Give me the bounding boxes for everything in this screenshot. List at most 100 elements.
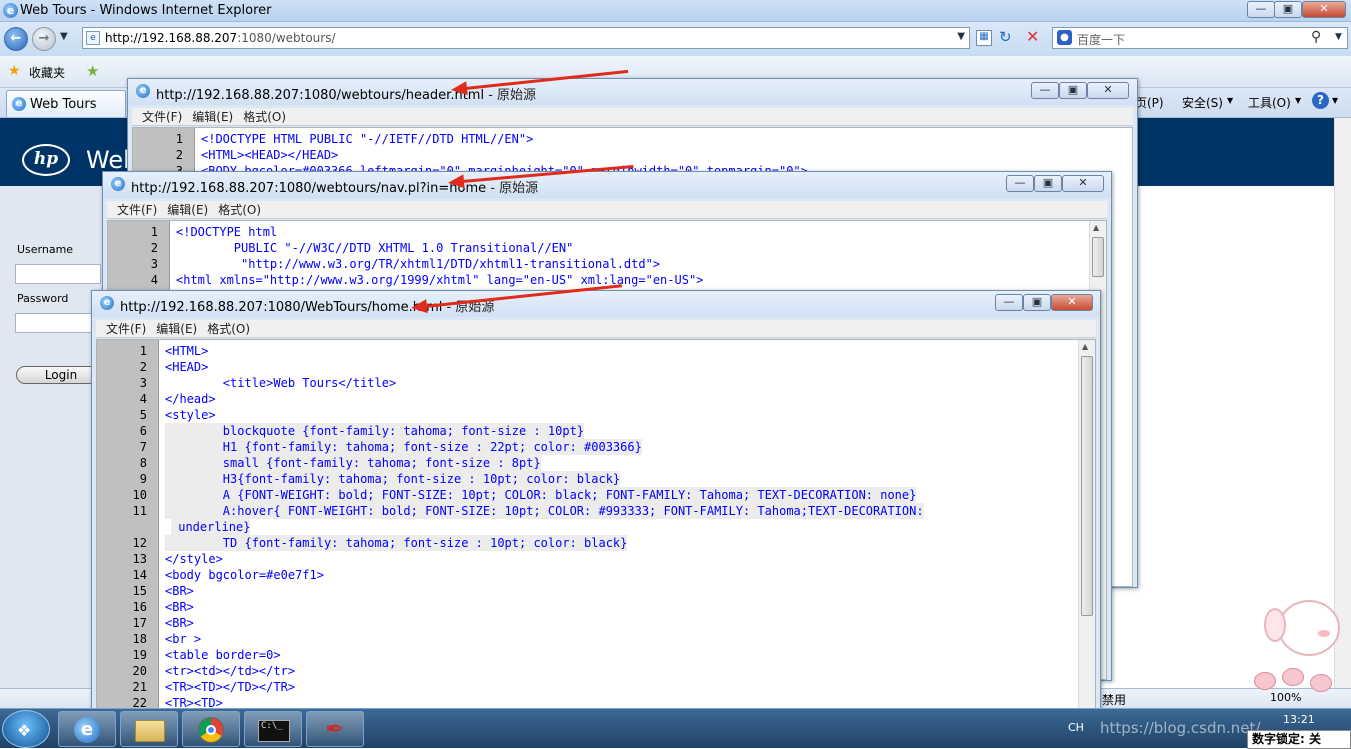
address-dropdown-icon[interactable]: ▼	[957, 31, 965, 42]
taskbar-cmd[interactable]: C:\_	[244, 711, 302, 747]
ie-title-bar: e Web Tours - Windows Internet Explorer …	[0, 0, 1351, 22]
tab-ie-icon: e	[12, 97, 26, 111]
scroll-thumb[interactable]	[1092, 237, 1104, 277]
line-number: 7	[139, 440, 147, 454]
taskbar-ie[interactable]: e	[58, 711, 116, 747]
hp-logo: hp	[22, 144, 70, 176]
menu-file[interactable]: 文件(F)	[142, 108, 182, 126]
code-line: <BR>	[165, 616, 194, 630]
bunny-cheek	[1318, 630, 1330, 637]
password-field[interactable]	[15, 313, 101, 333]
menu-edit[interactable]: 编辑(E)	[156, 320, 197, 338]
bunny-sticker	[1254, 594, 1346, 694]
minimize-button[interactable]: —	[1006, 175, 1034, 192]
code-line: <body bgcolor=#e0e7f1>	[165, 568, 324, 582]
code-line: <BR>	[165, 600, 194, 614]
bunny-head	[1278, 600, 1340, 656]
line-number: 4	[139, 392, 147, 406]
maximize-button[interactable]: ▣	[1034, 175, 1062, 192]
bunny-ear	[1264, 608, 1286, 642]
scroll-thumb[interactable]	[1081, 356, 1093, 616]
tools-menu[interactable]: 工具(O)	[1248, 94, 1291, 111]
back-button[interactable]: ←	[4, 27, 28, 51]
line-number: 16	[132, 600, 147, 614]
compat-view-icon[interactable]: ▦	[976, 30, 992, 46]
source-window-title-bar: e http://192.168.88.207:1080/WebTours/ho…	[92, 291, 1100, 317]
scroll-up-icon[interactable]: ▲	[1082, 342, 1088, 351]
maximize-button[interactable]: ▣	[1059, 82, 1087, 99]
menu-format[interactable]: 格式(O)	[243, 108, 286, 126]
source-scrollbar[interactable]: ▲	[1078, 340, 1095, 708]
close-button[interactable]: ✕	[1302, 1, 1346, 18]
source-code-view: ▲ 1 <HTML> 2 <HEAD> 3 <title>Web Tours</titl…	[96, 339, 1096, 709]
code-line: <TR><TD>	[165, 696, 223, 709]
tab-web-tours[interactable]: e Web Tours	[6, 90, 126, 117]
maximize-button[interactable]: ▣	[1023, 294, 1051, 311]
menu-file[interactable]: 文件(F)	[106, 320, 146, 338]
search-icon[interactable]: ⚲	[1311, 29, 1321, 45]
minimize-button[interactable]: —	[1247, 1, 1275, 18]
username-label: Username	[17, 243, 74, 256]
password-label: Password	[17, 292, 69, 305]
code-line: small {font-family: tahoma; font-size : …	[165, 455, 541, 471]
taskbar-feather[interactable]: ✒	[306, 711, 364, 747]
search-box[interactable]: ● 百度一下 ⚲ ▼	[1052, 27, 1348, 49]
line-number: 3	[150, 257, 158, 271]
line-number: 1	[139, 344, 147, 358]
line-number: 20	[132, 664, 147, 678]
safety-dropdown-icon[interactable]: ▼	[1227, 96, 1233, 105]
taskbar-chrome[interactable]	[182, 711, 240, 747]
code-line: TD {font-family: tahoma; font-size : 10p…	[165, 535, 628, 551]
menu-edit[interactable]: 编辑(E)	[167, 201, 208, 219]
taskbar-explorer[interactable]	[120, 711, 178, 747]
page-icon: e	[86, 31, 100, 45]
page-menu[interactable]: 页(P)	[1135, 94, 1164, 111]
code-line: <style>	[165, 408, 216, 422]
code-line: H1 {font-family: tahoma; font-size : 22p…	[165, 439, 642, 455]
numlock-indicator: 数字锁定: 关	[1247, 730, 1351, 749]
clock[interactable]: 13:21	[1283, 713, 1315, 726]
line-number: 18	[132, 632, 147, 646]
address-bar[interactable]: e http://192.168.88.207:1080/webtours/ ▼	[82, 27, 970, 49]
code-line: <!DOCTYPE HTML PUBLIC "-//IETF//DTD HTML…	[201, 132, 534, 146]
close-button[interactable]: ✕	[1087, 82, 1129, 99]
minimize-button[interactable]: —	[995, 294, 1023, 311]
refresh-icon[interactable]: ↻	[999, 28, 1012, 46]
history-dropdown-icon[interactable]: ▼	[60, 31, 68, 42]
menu-edit[interactable]: 编辑(E)	[192, 108, 233, 126]
help-icon[interactable]: ?	[1312, 92, 1329, 109]
minimize-button[interactable]: —	[1031, 82, 1059, 99]
tools-dropdown-icon[interactable]: ▼	[1295, 96, 1301, 105]
code-line: <br >	[165, 632, 202, 646]
help-dropdown-icon[interactable]: ▼	[1332, 96, 1338, 105]
menu-format[interactable]: 格式(O)	[218, 201, 261, 219]
search-dropdown-icon[interactable]: ▼	[1335, 32, 1342, 42]
ime-indicator[interactable]: CH	[1068, 721, 1084, 734]
line-number: 9	[139, 472, 147, 486]
stop-icon[interactable]: ✕	[1026, 27, 1039, 46]
code-line: blockquote {font-family: tahoma; font-si…	[165, 423, 585, 439]
code-line: PUBLIC "-//W3C//DTD XHTML 1.0 Transition…	[176, 241, 574, 255]
code-line: <TR><TD></TD></TR>	[165, 680, 296, 694]
line-number: 10	[132, 488, 147, 502]
close-button[interactable]: ✕	[1051, 294, 1093, 311]
line-number: 1	[175, 132, 183, 146]
close-button[interactable]: ✕	[1062, 175, 1104, 192]
start-button[interactable]: ❖	[2, 710, 50, 748]
line-number: 22	[132, 696, 147, 709]
maximize-button[interactable]: ▣	[1274, 1, 1302, 18]
code-line: </head>	[165, 392, 216, 406]
arrow-head	[447, 174, 465, 190]
scroll-up-icon[interactable]: ▲	[1093, 223, 1099, 232]
favorites-button[interactable]: 收藏夹	[29, 64, 65, 81]
menu-format[interactable]: 格式(O)	[207, 320, 250, 338]
safety-menu[interactable]: 安全(S)	[1182, 94, 1223, 111]
source-menu-bar: 文件(F) 编辑(E) 格式(O)	[132, 108, 1133, 126]
line-number: 17	[132, 616, 147, 630]
line-number: 2	[139, 360, 147, 374]
add-favorite-icon[interactable]: ★	[86, 62, 99, 80]
arrow-head	[450, 81, 468, 97]
menu-file[interactable]: 文件(F)	[117, 201, 157, 219]
forward-button[interactable]: →	[32, 27, 56, 51]
username-field[interactable]	[15, 264, 101, 284]
